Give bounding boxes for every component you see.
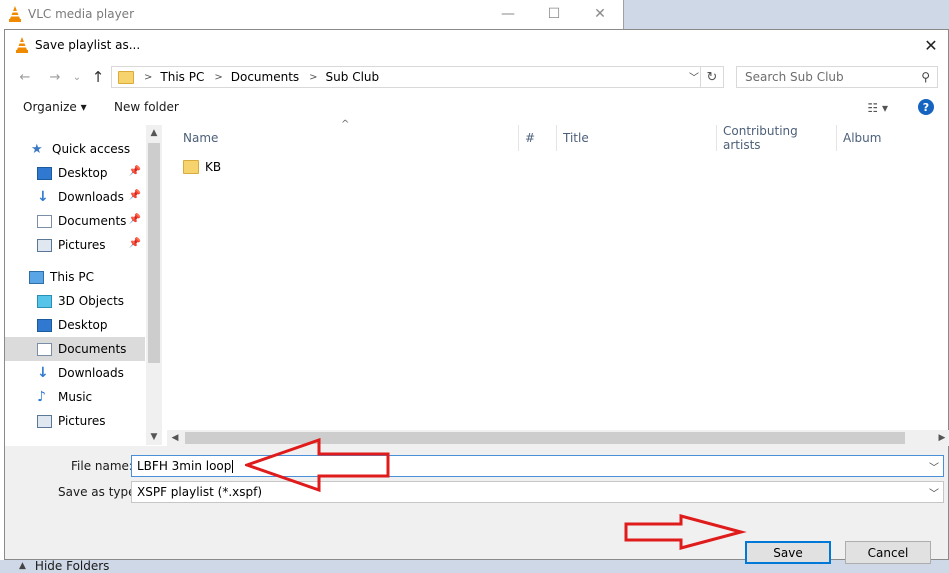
search-icon: ⚲ [921,70,930,84]
chevron-down-icon[interactable]: ﹀ [689,69,699,84]
navigation-bar: ← → ⌄ ↑ > This PC > Documents > Sub Club… [5,63,948,91]
breadcrumb-documents[interactable]: Documents [231,70,299,84]
up-arrow-icon[interactable]: ↑ [88,67,108,87]
cancel-button[interactable]: Cancel [845,541,931,564]
sidebar-item-documents-pinned[interactable]: Documents 📌 [37,209,145,233]
navigation-pane: ★ Quick access Desktop 📌 ↓ Downloads 📌 D… [5,125,163,445]
sidebar-item-downloads-pinned[interactable]: ↓ Downloads 📌 [37,185,145,209]
sidebar-item-3d-objects[interactable]: 3D Objects [37,289,145,313]
scrollbar-thumb[interactable] [185,432,905,444]
column-header-title[interactable]: Title [557,125,717,151]
chevron-right-icon: > [309,71,318,83]
file-list: ^ Name # Title Contributing artists Albu… [163,119,948,445]
star-icon: ★ [31,141,43,157]
text-cursor [232,459,234,473]
desktop-icon [37,166,52,180]
help-icon[interactable]: ? [918,99,934,115]
save-as-type-select[interactable]: XSPF playlist (*.xspf) ﹀ [131,481,944,503]
breadcrumb-sub-club[interactable]: Sub Club [326,70,380,84]
chevron-down-icon[interactable]: ﹀ [929,459,939,474]
column-header-name[interactable]: Name [177,125,519,151]
pin-icon: 📌 [128,190,141,201]
breadcrumb-this-pc[interactable]: This PC [160,70,204,84]
file-name-input[interactable]: LBFH 3min loop ﹀ [131,455,944,477]
horizontal-scrollbar[interactable]: ◀ ▶ [167,430,949,446]
sidebar-item-quick-access[interactable]: ★ Quick access [31,137,163,161]
recent-locations-chevron-icon[interactable]: ⌄ [67,67,87,87]
scroll-left-icon[interactable]: ◀ [167,430,183,446]
desktop-icon [37,318,52,332]
sidebar-item-desktop[interactable]: Desktop [37,313,145,337]
folder-icon [183,160,199,174]
chevron-up-icon: ▲ [19,561,26,571]
search-placeholder: Search Sub Club [745,70,844,84]
back-arrow-icon[interactable]: ← [15,67,35,87]
sidebar-item-pictures[interactable]: Pictures [37,409,145,433]
pin-icon: 📌 [128,166,141,177]
download-icon: ↓ [37,364,49,381]
sidebar-item-music[interactable]: ♪ Music [37,385,145,409]
address-bar[interactable]: > This PC > Documents > Sub Club ﹀ ↻ [111,66,724,88]
documents-icon [37,214,52,228]
breadcrumb: > This PC > Documents > Sub Club [134,70,379,84]
forward-arrow-icon[interactable]: → [45,67,65,87]
column-header-album[interactable]: Album [837,125,937,151]
documents-icon [37,342,52,356]
scroll-up-icon[interactable]: ▲ [146,125,162,141]
vlc-window-title: VLC media player [28,6,135,21]
sidebar-item-this-pc[interactable]: This PC [29,265,145,289]
file-name-value: LBFH 3min loop [137,459,232,473]
folder-icon [118,70,134,84]
chevron-right-icon: > [144,71,153,83]
vlc-cone-icon [16,37,28,53]
column-header-number[interactable]: # [519,125,557,151]
cube-icon [37,294,52,308]
music-icon: ♪ [37,388,46,405]
save-button[interactable]: Save [745,541,831,564]
dialog-close-button[interactable]: ✕ [914,30,948,60]
vlc-cone-icon [9,5,21,22]
minimize-button[interactable]: — [485,0,531,27]
organize-button[interactable]: Organize ▾ [23,100,87,114]
pictures-icon [37,238,52,252]
pin-icon: 📌 [128,238,141,249]
search-input[interactable]: Search Sub Club ⚲ [736,66,938,88]
sidebar-item-downloads[interactable]: ↓ Downloads [37,361,145,385]
view-options-icon[interactable]: ☷ ▾ [867,101,888,115]
download-icon: ↓ [37,188,49,205]
command-toolbar: Organize ▾ New folder ☷ ▾ ? [5,93,948,123]
file-name: KB [205,160,222,174]
sidebar-item-pictures-pinned[interactable]: Pictures 📌 [37,233,145,257]
scroll-right-icon[interactable]: ▶ [934,430,949,446]
scrollbar-thumb[interactable] [148,143,160,363]
close-button[interactable]: ✕ [577,0,623,27]
save-as-type-value: XSPF playlist (*.xspf) [137,485,263,499]
save-playlist-dialog: Save playlist as... ✕ ← → ⌄ ↑ > This PC … [4,29,949,573]
column-header-contributing-artists[interactable]: Contributing artists [717,124,837,152]
pictures-icon [37,414,52,428]
refresh-icon[interactable]: ↻ [700,67,723,87]
maximize-button[interactable]: ☐ [531,0,577,27]
chevron-right-icon: > [214,71,223,83]
chevron-down-icon[interactable]: ﹀ [929,485,939,500]
dialog-titlebar: Save playlist as... ✕ [5,30,948,60]
scroll-down-icon[interactable]: ▼ [146,429,162,445]
sidebar-item-documents[interactable]: Documents [5,337,145,361]
computer-icon [29,270,44,284]
hide-folders-button[interactable]: ▲ Hide Folders [19,559,109,573]
file-name-label: File name: [71,459,133,473]
sidebar-item-desktop-pinned[interactable]: Desktop 📌 [37,161,145,185]
save-as-type-label: Save as type: [58,485,140,499]
navigation-pane-scrollbar[interactable]: ▲ ▼ [146,125,162,445]
new-folder-button[interactable]: New folder [114,100,179,114]
dialog-title: Save playlist as... [35,38,141,52]
pin-icon: 📌 [128,214,141,225]
list-item[interactable]: KB [183,157,221,177]
save-form-panel: File name: LBFH 3min loop ﹀ Save as type… [5,446,948,573]
